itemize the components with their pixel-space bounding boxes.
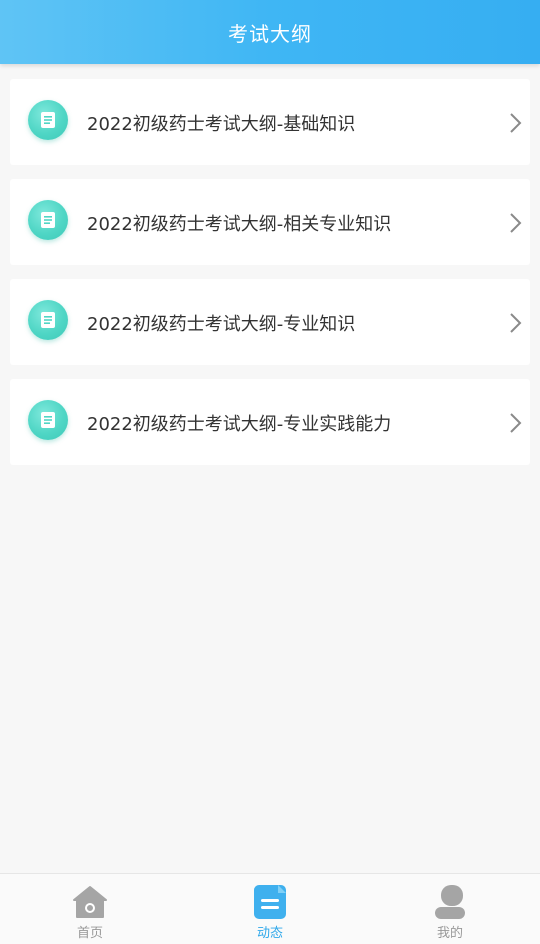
chevron-right-icon — [510, 413, 522, 433]
chevron-right-icon — [510, 313, 522, 333]
news-icon — [254, 885, 286, 919]
bottom-tab-bar: 首页 动态 我的 — [0, 873, 540, 944]
syllabus-item-related-knowledge[interactable]: 2022初级药士考试大纲-相关专业知识 — [10, 179, 530, 265]
document-icon — [28, 300, 68, 340]
syllabus-item-practical-ability[interactable]: 2022初级药士考试大纲-专业实践能力 — [10, 379, 530, 465]
syllabus-item-basic-knowledge[interactable]: 2022初级药士考试大纲-基础知识 — [10, 79, 530, 165]
profile-icon — [435, 885, 465, 919]
syllabus-item-professional-knowledge[interactable]: 2022初级药士考试大纲-专业知识 — [10, 279, 530, 365]
document-icon — [28, 200, 68, 240]
home-icon — [73, 886, 107, 918]
syllabus-list: 2022初级药士考试大纲-基础知识 2022初级药士考试大纲-相关专业知识 20… — [10, 79, 530, 479]
page-title: 考试大纲 — [228, 21, 312, 46]
app-header: 考试大纲 — [0, 0, 540, 64]
syllabus-item-label: 2022初级药士考试大纲-基础知识 — [87, 114, 356, 135]
syllabus-item-label: 2022初级药士考试大纲-专业实践能力 — [87, 414, 392, 435]
document-icon — [28, 100, 68, 140]
tab-news-label: 动态 — [256, 926, 283, 941]
tab-profile-label: 我的 — [436, 926, 463, 941]
tab-home[interactable]: 首页 — [0, 874, 180, 944]
tab-news[interactable]: 动态 — [180, 874, 360, 944]
tab-home-label: 首页 — [76, 926, 103, 941]
syllabus-item-label: 2022初级药士考试大纲-相关专业知识 — [87, 214, 392, 235]
chevron-right-icon — [510, 213, 522, 233]
chevron-right-icon — [510, 113, 522, 133]
document-icon — [28, 400, 68, 440]
tab-profile[interactable]: 我的 — [360, 874, 540, 944]
syllabus-item-label: 2022初级药士考试大纲-专业知识 — [87, 314, 356, 335]
